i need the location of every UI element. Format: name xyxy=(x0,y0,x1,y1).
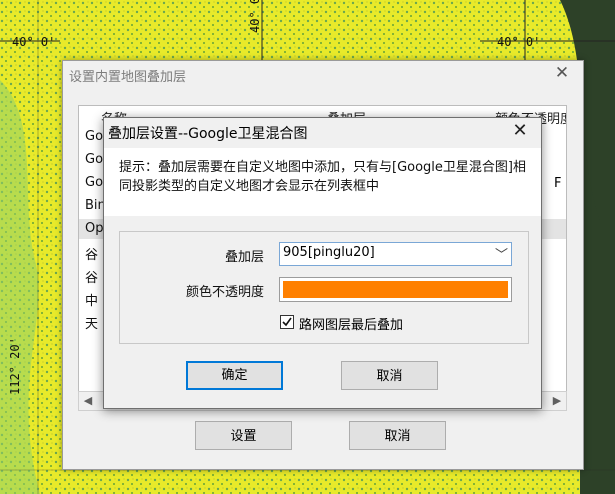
opacity-label: 颜色不透明度 xyxy=(185,285,264,300)
overlay-label: 叠加层 xyxy=(224,250,264,265)
close-icon[interactable]: ✕ xyxy=(509,120,531,141)
color-swatch xyxy=(283,281,508,298)
hint-text: 提示：叠加层需要在自定义地图中添加，只有与[Google卫星混合图]相同投影类型… xyxy=(119,160,526,194)
scroll-left-icon[interactable]: ◀ xyxy=(79,392,97,410)
map-coordinate-label: 40° 0' xyxy=(12,35,56,49)
overlay-select-value: 905[pinglu20] xyxy=(283,245,375,260)
list-cell: F xyxy=(554,176,562,191)
settings-button[interactable]: 设置 xyxy=(195,421,292,450)
list-item[interactable]: Go xyxy=(85,129,103,144)
close-icon[interactable]: ✕ xyxy=(552,63,572,83)
outer-cancel-button[interactable]: 取消 xyxy=(349,421,446,450)
list-item[interactable]: 中 xyxy=(85,290,98,309)
road-layer-last-checkbox[interactable] xyxy=(280,315,294,329)
cancel-button[interactable]: 取消 xyxy=(341,361,438,390)
map-coordinate-label: 40° 0' xyxy=(497,35,541,49)
ok-button[interactable]: 确定 xyxy=(186,361,283,390)
overlay-select[interactable]: 905[pinglu20] ﹀ xyxy=(279,242,512,266)
list-item[interactable]: 谷 xyxy=(85,244,98,263)
map-coordinate-label: 112° 20' xyxy=(8,337,22,395)
road-layer-last-label[interactable]: 路网图层最后叠加 xyxy=(299,314,403,333)
list-item[interactable]: 天 xyxy=(85,313,98,332)
checkmark-icon xyxy=(282,317,292,327)
list-item[interactable]: Go xyxy=(85,152,103,167)
overlay-layer-settings-dialog: 叠加层设置--Google卫星混合图 ✕ 提示：叠加层需要在自定义地图中添加，只… xyxy=(103,117,542,409)
scroll-right-icon[interactable]: ▶ xyxy=(548,392,566,410)
list-item[interactable]: Op xyxy=(85,221,103,236)
list-item[interactable]: 谷 xyxy=(85,267,98,286)
dialog-title: 叠加层设置--Google卫星混合图 xyxy=(108,126,308,142)
chevron-down-icon[interactable]: ﹀ xyxy=(495,244,508,263)
dialog-title: 设置内置地图叠加层 xyxy=(69,70,187,85)
color-opacity-picker[interactable] xyxy=(279,277,512,302)
map-coordinate-label: 40° 0' xyxy=(248,0,262,33)
list-item[interactable]: Go xyxy=(85,175,103,190)
